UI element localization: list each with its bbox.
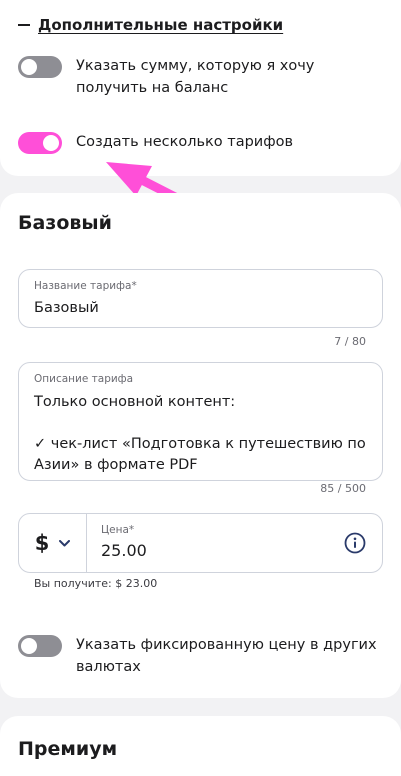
additional-settings-label: Дополнительные настройки bbox=[38, 16, 284, 34]
multi-tier-label: Создать несколько тарифов bbox=[76, 134, 294, 150]
tier-name-counter: 7 / 80 bbox=[334, 335, 366, 348]
price-input[interactable]: 25.00 bbox=[101, 541, 147, 560]
currency-select[interactable]: $ bbox=[19, 514, 87, 572]
tier-name-label: Название тарифа* bbox=[34, 280, 137, 292]
fixed-price-label: Указать фиксированную цену в других валю… bbox=[76, 637, 377, 675]
fixed-price-row: Указать фиксированную цену в других валю… bbox=[18, 634, 387, 678]
tier-description-label: Описание тарифа bbox=[34, 373, 134, 385]
balance-amount-label: Указать сумму, которую я хочу получить н… bbox=[76, 58, 315, 96]
tier-title: Премиум bbox=[18, 738, 118, 760]
fixed-price-toggle[interactable] bbox=[18, 635, 62, 657]
tier-description-input[interactable]: Только основной контент: ✓ чек-лист «Под… bbox=[34, 392, 374, 476]
info-icon[interactable] bbox=[344, 532, 366, 554]
tier-price-field: $ Цена* 25.00 bbox=[18, 513, 383, 573]
tier-name-field[interactable]: Название тарифа* Базовый bbox=[18, 269, 383, 328]
toggle-knob bbox=[43, 135, 59, 151]
tier-description-counter: 85 / 500 bbox=[320, 482, 366, 495]
currency-symbol: $ bbox=[34, 531, 50, 555]
multi-tier-toggle[interactable] bbox=[18, 132, 62, 154]
tier-title: Базовый bbox=[18, 212, 112, 234]
you-receive-text: Вы получите: $ 23.00 bbox=[34, 577, 158, 590]
balance-amount-toggle[interactable] bbox=[18, 56, 62, 78]
tier-description-field[interactable]: Описание тарифа Только основной контент:… bbox=[18, 362, 383, 481]
chevron-down-icon bbox=[59, 539, 71, 547]
toggle-knob bbox=[21, 638, 37, 654]
additional-settings-toggle[interactable]: Дополнительные настройки bbox=[18, 16, 283, 34]
balance-amount-row: Указать сумму, которую я хочу получить н… bbox=[18, 55, 387, 99]
minus-icon bbox=[18, 24, 30, 26]
toggle-knob bbox=[21, 59, 37, 75]
multi-tier-row: Создать несколько тарифов bbox=[18, 131, 387, 154]
price-label: Цена* bbox=[101, 524, 135, 536]
tier-name-input[interactable]: Базовый bbox=[34, 300, 99, 316]
